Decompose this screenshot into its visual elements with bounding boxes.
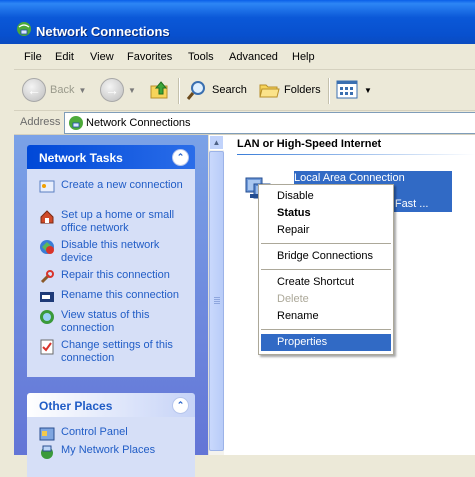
network-tasks-body: Create a new connection Set up a home or…: [27, 169, 195, 377]
network-connections-icon: [69, 116, 83, 130]
task-home-network[interactable]: Set up a home or small office network: [39, 209, 189, 235]
folders-label: Folders: [284, 84, 321, 96]
window-title: Network Connections: [36, 24, 170, 39]
place-network-places[interactable]: My Network Places: [39, 444, 189, 460]
network-places-icon: [41, 445, 53, 459]
settings-icon: [40, 339, 54, 355]
rename-icon: [40, 292, 54, 302]
menu-rename[interactable]: Rename: [261, 308, 391, 325]
address-value: Network Connections: [86, 117, 191, 129]
menu-repair[interactable]: Repair: [261, 222, 391, 239]
task-pane: Network Tasks ⌃ Create a new connection …: [14, 135, 208, 477]
connection-name[interactable]: Local Area Connection: [294, 172, 405, 184]
scroll-up-icon[interactable]: ▲: [209, 135, 224, 150]
place-control-panel[interactable]: Control Panel: [39, 426, 189, 442]
disable-device-icon: [40, 240, 54, 254]
context-menu: Disable Status Repair Bridge Connections…: [258, 184, 394, 355]
task-disable-device[interactable]: Disable this network device: [39, 239, 189, 265]
network-tasks-header[interactable]: Network Tasks ⌃: [27, 145, 195, 169]
menu-advanced[interactable]: Advanced: [229, 51, 278, 63]
forward-button[interactable]: → ▼: [100, 78, 136, 102]
search-icon: [186, 81, 205, 100]
menu-bar: File Edit View Favorites Tools Advanced …: [14, 47, 475, 70]
collapse-chevron-icon[interactable]: ⌃: [172, 397, 189, 414]
menu-file[interactable]: File: [24, 51, 42, 63]
menu-favorites[interactable]: Favorites: [127, 51, 172, 63]
section-heading: LAN or High-Speed Internet: [237, 138, 382, 150]
back-arrow-icon: ←: [22, 78, 46, 102]
menu-delete: Delete: [277, 293, 309, 305]
other-places-title: Other Places: [39, 399, 113, 413]
task-rename-connection[interactable]: Rename this connection: [39, 289, 189, 305]
menu-bridge-connections[interactable]: Bridge Connections: [261, 248, 391, 265]
search-button[interactable]: Search: [186, 78, 247, 102]
back-button[interactable]: ← Back ▼: [22, 78, 86, 102]
menu-status[interactable]: Status: [261, 205, 391, 222]
task-label: Change settings of this connection: [61, 339, 173, 364]
title-bar[interactable]: Network Connections: [0, 0, 475, 44]
menu-help[interactable]: Help: [292, 51, 315, 63]
task-label: Set up a home or small office network: [61, 209, 175, 234]
place-label: Control Panel: [61, 426, 128, 438]
back-dropdown-icon[interactable]: ▼: [78, 86, 86, 95]
network-connections-icon: [17, 22, 31, 36]
task-label: View status of this connection: [61, 309, 150, 334]
network-tasks-panel: Network Tasks ⌃ Create a new connection …: [27, 145, 195, 377]
views-dropdown-icon[interactable]: ▼: [364, 86, 372, 95]
other-places-body: Control Panel My Network Places: [27, 417, 195, 477]
menu-tools[interactable]: Tools: [188, 51, 214, 63]
home-network-icon: [40, 210, 54, 224]
forward-arrow-icon: →: [100, 78, 124, 102]
views-button[interactable]: ▼: [336, 78, 372, 102]
scroll-thumb[interactable]: [209, 151, 224, 451]
task-pane-scrollbar[interactable]: ▲: [208, 135, 224, 455]
address-input[interactable]: Network Connections: [64, 112, 475, 134]
task-label: Disable this network device: [61, 239, 160, 264]
menu-create-shortcut[interactable]: Create Shortcut: [261, 274, 391, 291]
up-folder-button[interactable]: [149, 78, 171, 102]
task-label: Create a new connection: [61, 179, 183, 191]
task-label: Rename this connection: [61, 289, 180, 301]
menu-view[interactable]: View: [90, 51, 114, 63]
folders-icon: [259, 84, 280, 98]
task-change-settings[interactable]: Change settings of this connection: [39, 339, 189, 365]
toolbar: ← Back ▼ → ▼ Search Folders ▼: [14, 70, 475, 111]
forward-dropdown-icon[interactable]: ▼: [128, 86, 136, 95]
task-view-status[interactable]: View status of this connection: [39, 309, 189, 335]
menu-properties[interactable]: Properties: [261, 334, 391, 351]
task-label: Repair this connection: [61, 269, 170, 281]
other-places-header[interactable]: Other Places ⌃: [27, 393, 195, 417]
network-tasks-title: Network Tasks: [39, 151, 123, 165]
new-connection-icon: [39, 180, 55, 193]
search-label: Search: [212, 84, 247, 96]
section-divider: [237, 154, 475, 155]
control-panel-icon: [39, 427, 55, 441]
other-places-panel: Other Places ⌃ Control Panel My Network …: [27, 393, 195, 477]
status-icon: [40, 310, 54, 324]
address-bar: Address Network Connections: [14, 111, 475, 135]
task-repair-connection[interactable]: Repair this connection: [39, 269, 189, 285]
menu-edit[interactable]: Edit: [55, 51, 74, 63]
back-label: Back: [50, 84, 75, 96]
menu-disable[interactable]: Disable: [261, 188, 391, 205]
place-label: My Network Places: [61, 444, 156, 456]
up-folder-icon: [150, 81, 168, 99]
address-label: Address: [20, 116, 61, 128]
task-create-connection[interactable]: Create a new connection: [39, 179, 189, 195]
repair-icon: [40, 270, 54, 284]
views-icon: [336, 80, 358, 99]
collapse-chevron-icon[interactable]: ⌃: [172, 149, 189, 166]
folders-button[interactable]: Folders: [258, 78, 321, 102]
